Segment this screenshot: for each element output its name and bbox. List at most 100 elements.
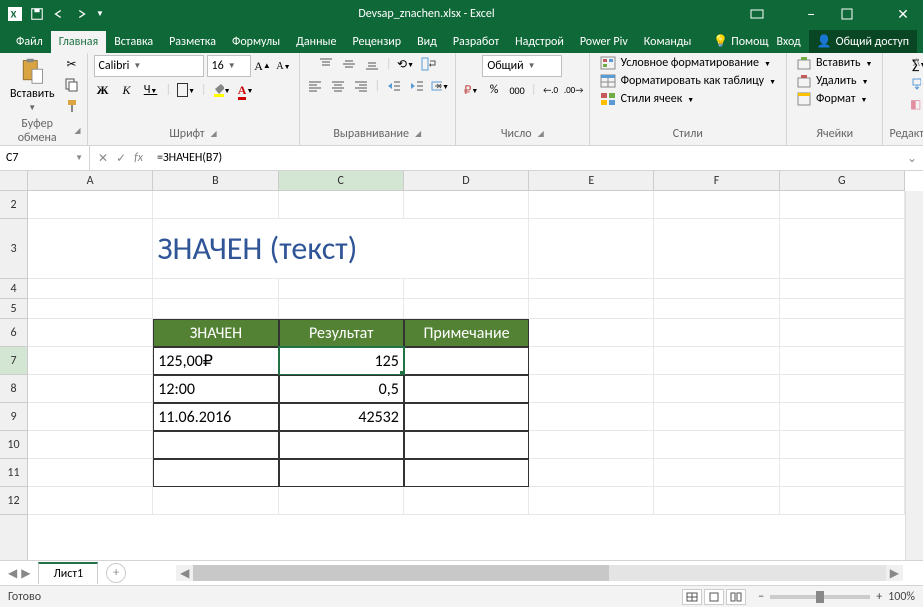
table-cell[interactable] [279, 431, 404, 459]
tab-view[interactable]: Вид [409, 31, 445, 53]
underline-button[interactable]: Ч▼ [142, 81, 160, 99]
tell-me[interactable]: 💡Помощ [713, 34, 768, 49]
table-cell[interactable] [404, 431, 529, 459]
merge-button[interactable]: ▼ [431, 77, 449, 95]
minimize-button[interactable]: ‒ [795, 5, 827, 24]
zoom-in-button[interactable]: + [876, 590, 882, 604]
cancel-formula-icon[interactable]: ✕ [98, 151, 108, 166]
cell-styles-button[interactable]: Стили ячеек▼ [596, 91, 699, 107]
conditional-formatting-button[interactable]: Условное форматирование▼ [596, 55, 775, 71]
col-G[interactable]: G [780, 171, 905, 190]
table-header[interactable]: ЗНАЧЕН [153, 319, 278, 347]
tab-review[interactable]: Рецензир [344, 31, 409, 53]
tab-commands[interactable]: Команды [636, 31, 700, 53]
row-4[interactable]: 4 [0, 279, 27, 299]
tab-formulas[interactable]: Формулы [224, 31, 288, 53]
bold-button[interactable]: Ж [94, 81, 112, 99]
increase-decimal-button[interactable]: ←.0 [542, 81, 560, 99]
name-box[interactable]: C7▼ [0, 146, 90, 170]
row-7[interactable]: 7 [0, 347, 27, 375]
tab-scroll-right-icon[interactable]: ▶ [21, 566, 30, 581]
row-9[interactable]: 9 [0, 403, 27, 431]
tab-layout[interactable]: Разметка [161, 31, 224, 53]
number-dialog-icon[interactable]: ◢ [538, 129, 544, 139]
row-5[interactable]: 5 [0, 299, 27, 319]
table-cell[interactable] [153, 459, 278, 487]
tab-addins[interactable]: Надстрой [507, 31, 572, 53]
col-E[interactable]: E [529, 171, 654, 190]
cell-grid[interactable]: ЗНАЧЕН (текст) ЗНАЧЕН Результат Примечан… [28, 191, 905, 560]
font-color-button[interactable]: A▼ [237, 81, 255, 99]
table-cell[interactable] [153, 431, 278, 459]
wrap-text-button[interactable] [420, 55, 438, 73]
number-format-combo[interactable]: Общий▼ [482, 55, 562, 77]
table-cell[interactable]: 125,00₽ [153, 347, 278, 375]
col-D[interactable]: D [404, 171, 529, 190]
delete-cells-button[interactable]: Удалить▼ [793, 73, 873, 89]
align-bottom-button[interactable] [363, 55, 381, 73]
new-sheet-button[interactable]: + [106, 563, 126, 583]
decrease-indent-button[interactable] [385, 77, 403, 95]
ribbon-options-icon[interactable] [749, 8, 781, 20]
alignment-dialog-icon[interactable]: ◢ [415, 129, 421, 139]
row-6[interactable]: 6 [0, 319, 27, 347]
decrease-font-button[interactable]: A▼ [275, 57, 293, 75]
tab-file[interactable]: Файл [8, 31, 51, 53]
align-middle-button[interactable] [340, 55, 358, 73]
tab-home[interactable]: Главная [51, 31, 106, 53]
view-normal-button[interactable] [682, 589, 702, 605]
maximize-button[interactable] [841, 8, 873, 20]
table-cell[interactable] [404, 347, 529, 375]
format-cells-button[interactable]: Формат▼ [793, 91, 871, 107]
table-cell[interactable]: 0,5 [279, 375, 404, 403]
signin-link[interactable]: Вход [776, 35, 800, 49]
tab-data[interactable]: Данные [288, 31, 344, 53]
format-painter-button[interactable] [63, 97, 81, 115]
clipboard-dialog-icon[interactable]: ◢ [74, 126, 80, 136]
table-cell[interactable] [404, 459, 529, 487]
row-10[interactable]: 10 [0, 431, 27, 459]
formula-input[interactable]: =ЗНАЧЕН(B7) [151, 151, 901, 165]
increase-indent-button[interactable] [408, 77, 426, 95]
table-cell[interactable] [404, 403, 529, 431]
table-cell[interactable] [404, 375, 529, 403]
copy-button[interactable] [63, 76, 81, 94]
enter-formula-icon[interactable]: ✓ [116, 151, 126, 166]
decrease-decimal-button[interactable]: .00→ [565, 81, 583, 99]
col-B[interactable]: B [153, 171, 278, 190]
redo-icon[interactable] [74, 7, 88, 21]
save-icon[interactable] [30, 7, 44, 21]
comma-button[interactable]: 000 [508, 81, 526, 99]
zoom-slider[interactable] [770, 595, 870, 599]
view-page-break-button[interactable] [726, 589, 746, 605]
format-as-table-button[interactable]: Форматировать как таблицу▼ [596, 73, 780, 89]
paste-button[interactable]: Вставить ▼ [6, 55, 59, 115]
row-12[interactable]: 12 [0, 487, 27, 515]
cut-button[interactable]: ✂ [63, 55, 81, 73]
zoom-level[interactable]: 100% [888, 590, 915, 604]
align-center-button[interactable] [329, 77, 347, 95]
table-cell[interactable] [279, 459, 404, 487]
clear-button[interactable]: ◧▼ [910, 95, 923, 113]
close-button[interactable]: ✕ [887, 6, 919, 23]
select-all-corner[interactable] [0, 171, 28, 191]
fill-button[interactable]: ▼ [910, 75, 923, 93]
table-header[interactable]: Результат [279, 319, 404, 347]
zoom-out-button[interactable]: − [758, 590, 764, 604]
percent-button[interactable]: % [485, 81, 503, 99]
table-cell[interactable]: 42532 [279, 403, 404, 431]
font-name-combo[interactable]: Calibri▼ [94, 55, 204, 77]
share-button[interactable]: 👤Общий доступ [809, 30, 917, 53]
row-8[interactable]: 8 [0, 375, 27, 403]
align-right-button[interactable] [352, 77, 370, 95]
view-page-layout-button[interactable] [704, 589, 724, 605]
undo-icon[interactable] [52, 7, 66, 21]
fill-color-button[interactable]: ▼ [213, 81, 231, 99]
currency-button[interactable]: ₽▼ [462, 81, 480, 99]
row-2[interactable]: 2 [0, 191, 27, 219]
tab-insert[interactable]: Вставка [106, 31, 161, 53]
horizontal-scrollbar[interactable]: ◀ ▶ [176, 565, 903, 581]
expand-formula-icon[interactable]: ⌄ [901, 151, 923, 166]
table-cell[interactable]: 11.06.2016 [153, 403, 278, 431]
borders-button[interactable]: ▼ [177, 81, 195, 99]
